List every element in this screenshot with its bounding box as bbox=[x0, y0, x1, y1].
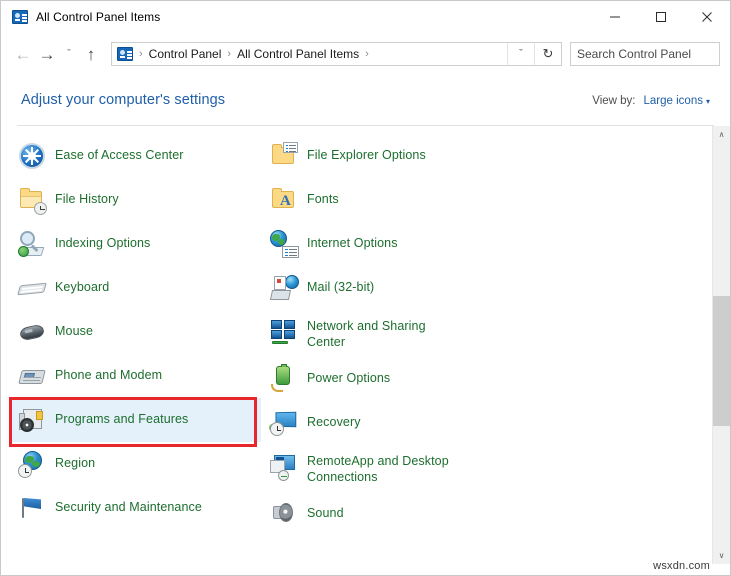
search-box[interactable] bbox=[570, 42, 720, 66]
chevron-down-icon[interactable]: ˇ bbox=[507, 43, 534, 65]
item-sound[interactable]: Sound bbox=[263, 492, 513, 536]
view-by-value-group[interactable]: Large icons▾ bbox=[644, 91, 710, 109]
address-bar[interactable]: › Control Panel › All Control Panel Item… bbox=[111, 42, 562, 66]
keyboard-icon bbox=[17, 273, 47, 303]
item-network-and-sharing-center[interactable]: Network and Sharing Center bbox=[263, 310, 513, 357]
item-label: Network and Sharing Center bbox=[307, 317, 457, 350]
breadcrumb-all-control-panel-items[interactable]: All Control Panel Items bbox=[234, 47, 362, 61]
security-and-maintenance-icon bbox=[17, 493, 47, 523]
scroll-up-arrow-icon[interactable]: ∧ bbox=[713, 126, 730, 143]
item-label: Mail (32-bit) bbox=[307, 273, 374, 295]
chevron-down-icon[interactable]: ▾ bbox=[706, 97, 710, 106]
sound-icon bbox=[269, 499, 299, 529]
item-file-history[interactable]: File History bbox=[11, 178, 261, 222]
item-phone-and-modem[interactable]: Phone and Modem bbox=[11, 354, 261, 398]
header-band: Adjust your computer's settings View by:… bbox=[1, 75, 730, 125]
item-label: Recovery bbox=[307, 408, 361, 430]
back-button[interactable]: ← bbox=[11, 40, 35, 68]
minimize-button[interactable] bbox=[592, 1, 638, 32]
network-and-sharing-center-icon bbox=[269, 317, 299, 347]
recovery-icon bbox=[269, 408, 299, 438]
items-column-right: File Explorer Options A Fonts Internet O… bbox=[263, 134, 513, 536]
close-button[interactable] bbox=[684, 1, 730, 32]
breadcrumb-separator: › bbox=[136, 48, 146, 60]
item-power-options[interactable]: Power Options bbox=[263, 357, 513, 401]
item-mail[interactable]: Mail (32-bit) bbox=[263, 266, 513, 310]
view-by-label: View by: bbox=[592, 95, 635, 107]
search-input[interactable] bbox=[571, 46, 731, 62]
scrollbar-thumb[interactable] bbox=[713, 296, 730, 426]
item-label: RemoteApp and Desktop Connections bbox=[307, 452, 492, 485]
window-title: All Control Panel Items bbox=[36, 10, 160, 24]
item-recovery[interactable]: Recovery bbox=[263, 401, 513, 445]
breadcrumb-separator: › bbox=[224, 48, 234, 60]
refresh-icon[interactable]: ↻ bbox=[534, 43, 561, 65]
file-history-icon bbox=[17, 185, 47, 215]
power-options-icon bbox=[269, 364, 299, 394]
item-remoteapp-and-desktop-connections[interactable]: RemoteApp and Desktop Connections bbox=[263, 445, 513, 492]
item-file-explorer-options[interactable]: File Explorer Options bbox=[263, 134, 513, 178]
indexing-options-icon bbox=[17, 229, 47, 259]
fonts-icon: A bbox=[269, 185, 299, 215]
region-icon bbox=[17, 449, 47, 479]
item-security-and-maintenance[interactable]: Security and Maintenance bbox=[11, 486, 261, 530]
maximize-button[interactable] bbox=[638, 1, 684, 32]
item-internet-options[interactable]: Internet Options bbox=[263, 222, 513, 266]
forward-button[interactable]: → bbox=[35, 40, 59, 68]
item-label: Sound bbox=[307, 499, 344, 521]
item-programs-and-features[interactable]: Programs and Features bbox=[11, 398, 261, 442]
watermark: wsxdn.com bbox=[653, 560, 710, 572]
content-area: Ease of Access Center File History bbox=[1, 126, 730, 564]
file-explorer-options-icon bbox=[269, 141, 299, 171]
item-label: Power Options bbox=[307, 364, 390, 386]
items-column-left: Ease of Access Center File History bbox=[11, 134, 261, 530]
internet-options-icon bbox=[269, 229, 299, 259]
up-button[interactable]: ↑ bbox=[79, 40, 103, 68]
item-label: Keyboard bbox=[55, 273, 109, 295]
item-fonts[interactable]: A Fonts bbox=[263, 178, 513, 222]
vertical-scrollbar[interactable]: ∧ ∨ bbox=[712, 126, 730, 564]
item-label: File Explorer Options bbox=[307, 141, 426, 163]
item-mouse[interactable]: Mouse bbox=[11, 310, 261, 354]
mouse-icon bbox=[17, 317, 47, 347]
item-keyboard[interactable]: Keyboard bbox=[11, 266, 261, 310]
item-label: Indexing Options bbox=[55, 229, 150, 251]
view-by-value[interactable]: Large icons bbox=[644, 95, 703, 107]
window-controls bbox=[592, 1, 730, 32]
breadcrumb-separator: › bbox=[362, 48, 372, 60]
page-title: Adjust your computer's settings bbox=[21, 92, 225, 108]
items-area: Ease of Access Center File History bbox=[1, 126, 712, 564]
control-panel-window: All Control Panel Items ← → ˇ ↑ › Contro… bbox=[0, 0, 731, 576]
item-label: Programs and Features bbox=[55, 405, 188, 427]
phone-and-modem-icon bbox=[17, 361, 47, 391]
breadcrumb-control-panel[interactable]: Control Panel bbox=[146, 47, 225, 61]
control-panel-icon bbox=[12, 10, 28, 24]
programs-and-features-icon bbox=[17, 405, 47, 435]
item-label: Region bbox=[55, 449, 95, 471]
item-ease-of-access-center[interactable]: Ease of Access Center bbox=[11, 134, 261, 178]
item-label: Internet Options bbox=[307, 229, 398, 251]
title-bar: All Control Panel Items bbox=[1, 1, 730, 33]
view-by-control[interactable]: View by: Large icons▾ bbox=[592, 91, 710, 109]
scroll-down-arrow-icon[interactable]: ∨ bbox=[713, 547, 730, 564]
item-label: Mouse bbox=[55, 317, 93, 339]
item-label: Fonts bbox=[307, 185, 339, 207]
item-label: Security and Maintenance bbox=[55, 493, 202, 515]
remoteapp-and-desktop-connections-icon bbox=[269, 452, 299, 482]
control-panel-icon bbox=[117, 47, 133, 61]
navigation-bar: ← → ˇ ↑ › Control Panel › All Control Pa… bbox=[1, 33, 730, 75]
item-region[interactable]: Region bbox=[11, 442, 261, 486]
item-label: File History bbox=[55, 185, 119, 207]
item-label: Ease of Access Center bbox=[55, 141, 184, 163]
item-indexing-options[interactable]: Indexing Options bbox=[11, 222, 261, 266]
recent-locations-button[interactable]: ˇ bbox=[59, 40, 79, 68]
item-label: Phone and Modem bbox=[55, 361, 162, 383]
ease-of-access-icon bbox=[17, 141, 47, 171]
mail-icon bbox=[269, 273, 299, 303]
